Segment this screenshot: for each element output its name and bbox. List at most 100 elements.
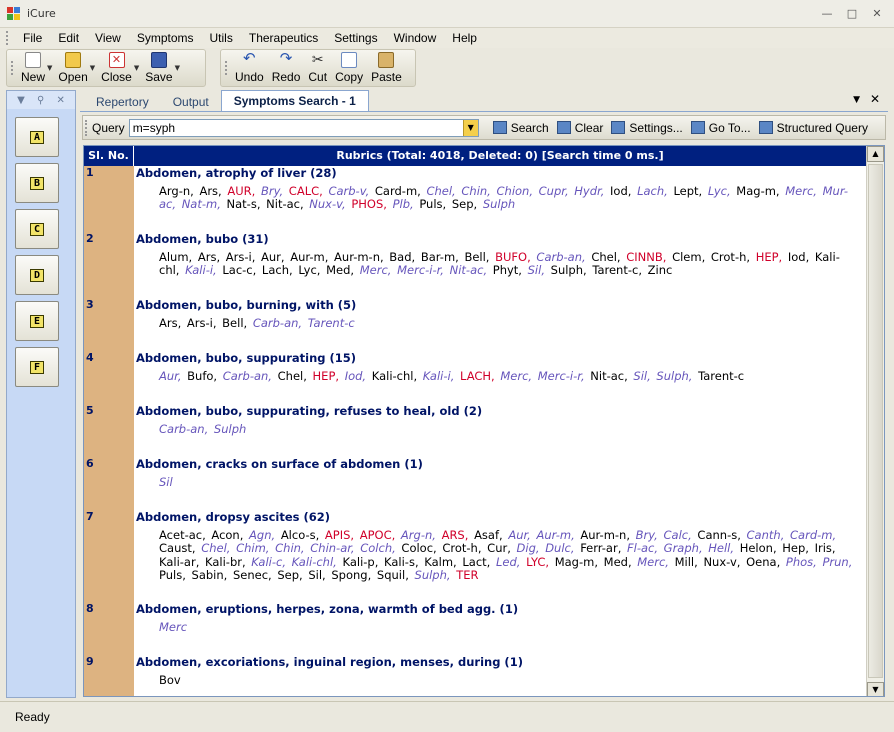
remedy[interactable]: Puls, [419,197,446,211]
new-dropdown-icon[interactable]: ▼ [47,64,52,72]
query-dropdown-icon[interactable]: ▼ [462,119,478,136]
remedy[interactable]: Lach, [262,263,293,277]
remedy[interactable]: Nat-m, [182,197,221,211]
remedy[interactable]: Bry, [636,528,658,542]
remedy[interactable]: Aur-m, [290,250,328,264]
remedy[interactable]: Iod, [788,250,809,264]
new-button[interactable]: New [17,50,49,86]
remedy[interactable]: Hell, [708,541,734,555]
remedy[interactable]: Senec, [233,568,272,582]
remedy[interactable]: Cann-s, [697,528,740,542]
remedy[interactable]: Med, [604,555,632,569]
tab-repertory[interactable]: Repertory [84,92,161,111]
remedy[interactable]: HEP, [756,250,783,264]
remedy[interactable]: Kali-chl, [372,369,417,383]
remedy[interactable]: Phos, [786,555,817,569]
menu-utils[interactable]: Utils [202,31,241,45]
remedy[interactable]: Hep, [782,541,809,555]
scroll-down-icon[interactable]: ▼ [867,682,884,696]
remedy[interactable]: Mag-m, [736,184,779,198]
remedy[interactable]: Sil, [633,369,650,383]
remedy[interactable]: Sulph, [656,369,692,383]
remedy[interactable]: Tarent-c [308,316,355,330]
letter-button-e[interactable]: E [15,301,59,341]
remedy[interactable]: Clem, [672,250,705,264]
rubric-title[interactable]: Abdomen, bubo, suppurating, refuses to h… [136,404,482,418]
tab-symptoms-search[interactable]: Symptoms Search - 1 [220,90,369,111]
remedy[interactable]: Carb-an, [536,250,585,264]
copy-button[interactable]: Copy [331,50,367,86]
letter-button-f[interactable]: F [15,347,59,387]
remedy[interactable]: Bad, [389,250,415,264]
close-dropdown-icon[interactable]: ▼ [134,64,139,72]
remedy[interactable]: Merc-i-r, [397,263,444,277]
remedy[interactable]: HEP, [313,369,340,383]
remedy[interactable]: CINNB, [626,250,666,264]
remedy[interactable]: Sep, [452,197,477,211]
remedy[interactable]: Chel, [426,184,455,198]
column-header-sl-no[interactable]: Sl. No. [84,146,134,166]
remedy[interactable]: BUFO, [495,250,531,264]
menu-help[interactable]: Help [444,31,485,45]
remedy[interactable]: Merc, [637,555,669,569]
minimize-icon[interactable]: — [816,5,838,23]
rubric-title[interactable]: Abdomen, bubo, suppurating (15) [136,351,356,365]
remedy[interactable]: Chel, [278,369,307,383]
remedy[interactable]: Acon, [211,528,243,542]
panel-dropdown-icon[interactable]: ▼ [17,95,25,106]
remedy[interactable]: Kalm, [424,555,456,569]
remedy[interactable]: Nat-s, [227,197,261,211]
remedy[interactable]: Kali-c, [251,555,286,569]
remedy[interactable]: Kali-chl, [292,555,337,569]
open-button[interactable]: Open [54,50,91,86]
remedy[interactable]: Caust, [159,541,196,555]
remedy[interactable]: Fl-ac, [627,541,658,555]
tab-list-dropdown-icon[interactable]: ▼ [853,95,860,105]
remedy[interactable]: Kali-i, [423,369,455,383]
rubric-title[interactable]: Abdomen, atrophy of liver (28) [136,166,337,180]
redo-button[interactable]: ↷ Redo [268,50,305,86]
remedy[interactable]: Bufo, [187,369,217,383]
menu-window[interactable]: Window [386,31,445,45]
remedy[interactable]: Ferr-ar, [580,541,621,555]
remedy[interactable]: Sulph, [415,568,451,582]
remedy[interactable]: Chin, [461,184,490,198]
remedy[interactable]: Merc, [500,369,532,383]
remedy[interactable]: Plb, [393,197,414,211]
remedy[interactable]: ARS, [442,528,469,542]
remedy[interactable]: Aur, [508,528,530,542]
remedy[interactable]: TER [456,568,478,582]
remedy[interactable]: Canth, [747,528,785,542]
vertical-scrollbar[interactable]: ▲ ▼ [866,146,884,696]
undo-button[interactable]: ↶ Undo [231,50,268,86]
remedy[interactable]: Ars, [159,316,181,330]
remedy[interactable]: Sil, [308,568,325,582]
remedy[interactable]: Lach, [637,184,668,198]
remedy[interactable]: Sil, [528,263,545,277]
remedy[interactable]: Ars-i, [187,316,217,330]
remedy[interactable]: Sep, [277,568,302,582]
remedy[interactable]: Nux-v, [309,197,345,211]
close-button[interactable]: ✕ Close [97,50,136,86]
remedy[interactable]: Led, [496,555,520,569]
letter-button-c[interactable]: C [15,209,59,249]
menu-therapeutics[interactable]: Therapeutics [241,31,326,45]
remedy[interactable]: Aur, [261,250,285,264]
remedy[interactable]: Hydr, [574,184,604,198]
scroll-up-icon[interactable]: ▲ [867,146,884,162]
remedy[interactable]: Chin, [275,541,304,555]
letter-button-b[interactable]: B [15,163,59,203]
remedy[interactable]: Dulc, [545,541,574,555]
remedy[interactable]: Dig, [517,541,540,555]
remedy[interactable]: APIS, [325,528,354,542]
remedy[interactable]: Iris, [815,541,836,555]
remedy[interactable]: Acet-ac, [159,528,206,542]
remedy[interactable]: Asaf, [474,528,503,542]
remedy[interactable]: Zinc [648,263,673,277]
remedy[interactable]: Merc [159,620,187,634]
save-dropdown-icon[interactable]: ▼ [175,64,180,72]
remedy[interactable]: Puls, [159,568,186,582]
remedy[interactable]: Med, [326,263,354,277]
remedy[interactable]: Card-m, [790,528,836,542]
remedy[interactable]: Aur-m, [536,528,574,542]
